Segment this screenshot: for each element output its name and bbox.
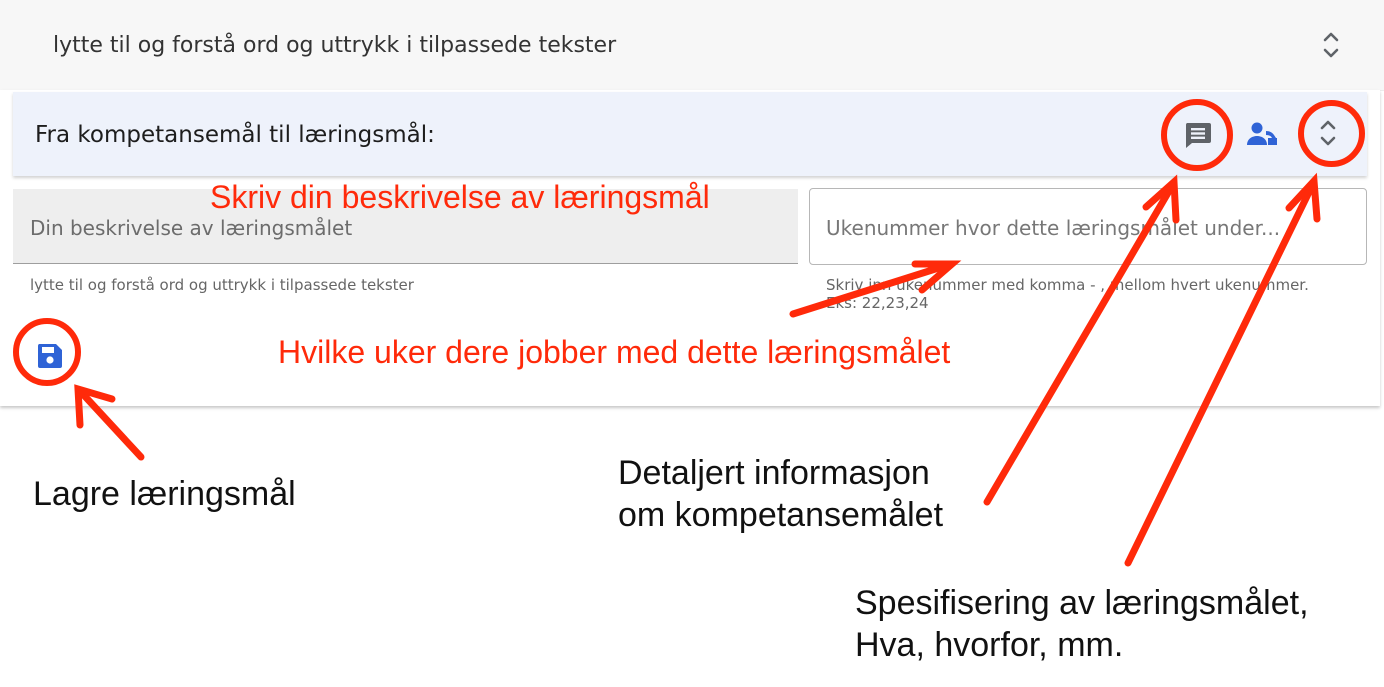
annotation-spec-line-1: Spesifisering av læringsmålet, [855,584,1309,622]
annotation-details: Detaljert informasjon om kompetansemålet [618,452,943,536]
annotation-details-line-2: om kompetansemålet [618,496,944,534]
comment-highlight-ring [1161,99,1233,171]
annotation-describe: Skriv din beskrivelse av læringsmål [210,179,710,215]
annotation-spec: Spesifisering av læringsmålet, Hva, hvor… [855,582,1309,666]
annotation-save: Lagre læringsmål [33,475,296,513]
annotation-spec-line-2: Hva, hvorfor, mm. [855,626,1124,664]
annotation-details-line-1: Detaljert informasjon [618,454,930,492]
details-arrow [983,182,1176,506]
spec-arrow [1124,182,1316,567]
save-highlight-ring [13,318,81,386]
expand-highlight-ring [1298,100,1365,167]
annotation-weeks: Hvilke uker dere jobber med dette læring… [278,334,951,370]
